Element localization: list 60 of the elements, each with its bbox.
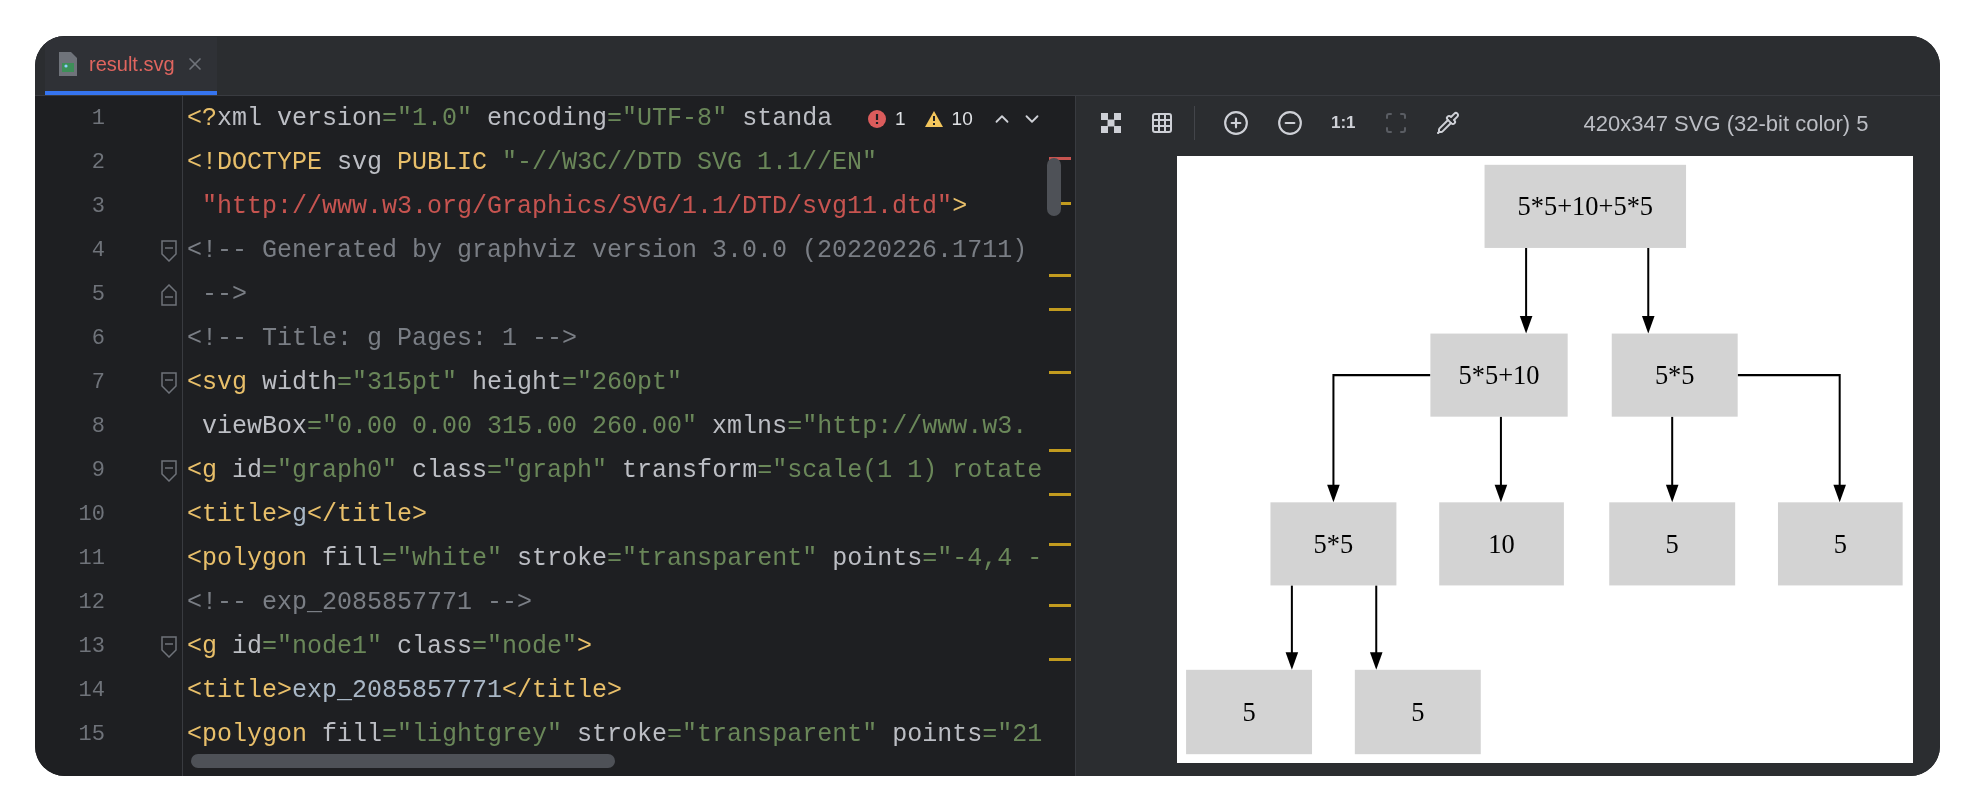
grid-icon[interactable] [1150,111,1174,135]
line-number: 4 [90,237,105,265]
fold-icon[interactable] [161,240,177,262]
error-icon [867,109,887,129]
node-label: 5 [1411,696,1425,727]
line-number: 6 [90,325,105,353]
line-number: 12 [77,589,105,617]
line-number: 2 [90,149,105,177]
color-picker-icon[interactable] [1435,111,1460,135]
code-line: <!-- Title: g Pages: 1 --> [187,323,578,355]
vertical-scrollbar[interactable] [1047,158,1061,216]
code-line: --> [201,279,247,311]
line-number: 8 [90,413,105,441]
tab-label: result.svg [89,52,175,77]
fold-icon[interactable] [161,372,177,394]
image-info: 420x347 SVG (32-bit color) 5 [1583,109,1869,138]
line-number: 7 [90,369,105,397]
zoom-out-icon[interactable] [1277,110,1303,136]
code-line: <g id="graph0" class="graph" transform="scale(1 1) rotate [187,455,1043,487]
editor-tab[interactable]: result.svg [45,37,217,95]
code-line: <!-- Generated by graphviz version 3.0.0 (20220226.1711) [187,235,1028,267]
code-line: <!DOCTYPE svg PUBLIC "-//W3C//DTD SVG 1.1//EN" [187,147,878,179]
code-line: <!-- exp_2085857771 --> [187,587,533,619]
warning-count: 10 [951,106,973,131]
line-number: 3 [90,193,105,221]
node-label: 5*5+10 [1458,359,1540,390]
fit-icon[interactable] [1100,112,1122,134]
code-line: "http://www.w3.org/Graphics/SVG/1.1/DTD/svg11.dtd"> [201,191,968,223]
line-number: 1 [90,105,105,133]
horizontal-scrollbar[interactable] [191,754,615,768]
line-number: 10 [77,501,105,529]
actual-size-button[interactable]: 1:1 [1331,110,1356,136]
line-number: 11 [77,545,105,573]
node-label: 5 [1665,528,1679,559]
image-file-icon [57,51,79,77]
node-label: 5*5 [1654,359,1695,390]
code-line: viewBox="0.00 0.00 315.00 260.00" xmlns="http://www.w3. [201,411,1028,443]
code-line: <g id="node1" class="node"> [187,631,593,663]
warning-icon [923,110,944,128]
line-number: 15 [77,721,105,749]
line-number: 9 [90,457,105,485]
code-line: <polygon fill="white" stroke="transparent" points="-4,4 - [187,543,1043,575]
node-label: 5*5+10+5*5 [1517,191,1654,222]
fold-icon[interactable] [161,460,177,482]
code-line: <title>exp_2085857771</title> [187,675,623,707]
code-line: <svg width="315pt" height="260pt" [187,367,683,399]
zoom-in-icon[interactable] [1223,110,1249,136]
node-label: 5 [1833,528,1847,559]
line-number: 5 [90,281,105,309]
line-number: 14 [77,677,105,705]
fold-icon[interactable] [161,636,177,658]
error-count: 1 [895,106,906,131]
code-line: <polygon fill="lightgrey" stroke="transparent" points="21 [187,719,1043,751]
line-number: 13 [77,633,105,661]
node-label: 5*5 [1313,528,1354,559]
fold-icon[interactable] [161,284,177,306]
node-label: 10 [1488,528,1515,559]
code-line: <?xml version="1.0" encoding="UTF-8" standa [187,103,833,135]
code-line: <title>g</title> [187,499,428,531]
node-label: 5 [1242,696,1256,727]
